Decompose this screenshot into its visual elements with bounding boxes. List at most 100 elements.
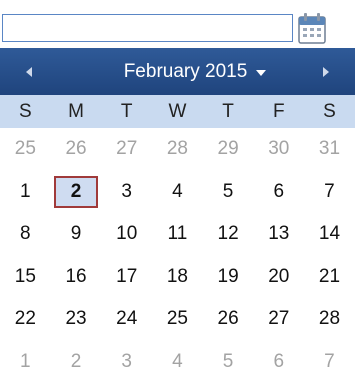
day-number: 8 xyxy=(20,223,31,245)
day-number: 29 xyxy=(217,138,239,160)
day-number: 16 xyxy=(65,265,87,287)
calendar-icon xyxy=(297,12,327,45)
day-number: 4 xyxy=(172,350,183,372)
day-number: 31 xyxy=(318,138,341,160)
date-input[interactable] xyxy=(2,14,293,42)
weekday-label-sat: S xyxy=(323,100,336,122)
day-number: 6 xyxy=(273,180,285,202)
day-cell[interactable]: 10 xyxy=(101,213,152,256)
calendar-popup: February 2015 S M T W T F S 25 26 27 28 29 30… xyxy=(0,48,355,383)
day-cell[interactable]: 4 xyxy=(152,171,203,214)
day-cell-other-month[interactable]: 31 xyxy=(304,128,355,171)
day-number: 25 xyxy=(14,138,36,160)
triangle-right-icon xyxy=(323,66,329,77)
day-cell-other-month[interactable]: 25 xyxy=(0,128,51,171)
day-number: 22 xyxy=(14,308,36,330)
day-number: 1 xyxy=(20,350,31,372)
day-cell[interactable]: 25 xyxy=(152,298,203,341)
day-cell-other-month[interactable]: 1 xyxy=(0,341,51,383)
day-number: 19 xyxy=(217,265,239,287)
weekday-label-wed: W xyxy=(168,100,187,122)
day-number: 14 xyxy=(318,223,341,245)
day-number: 24 xyxy=(116,308,138,330)
day-cell[interactable]: 8 xyxy=(0,213,51,256)
day-cell[interactable]: 26 xyxy=(203,298,254,341)
day-cell[interactable]: 6 xyxy=(253,171,304,214)
day-cell-other-month[interactable]: 5 xyxy=(203,341,254,383)
day-cell-other-month[interactable]: 26 xyxy=(51,128,102,171)
day-cell[interactable]: 28 xyxy=(304,298,355,341)
weekday-label-mon: M xyxy=(68,100,84,122)
day-cell[interactable]: 14 xyxy=(304,213,355,256)
day-number: 27 xyxy=(116,138,138,160)
day-cell[interactable]: 21 xyxy=(304,256,355,299)
day-number: 18 xyxy=(166,265,188,287)
day-cell-other-month[interactable]: 30 xyxy=(253,128,304,171)
weekday-label-tue: T xyxy=(120,100,133,122)
day-number: 17 xyxy=(116,265,138,287)
day-number: 15 xyxy=(14,265,36,287)
day-cell[interactable]: 20 xyxy=(253,256,304,299)
day-cell[interactable]: 3 xyxy=(101,171,152,214)
day-number: 13 xyxy=(268,223,290,245)
weekday-header-row: S M T W T F S xyxy=(0,95,355,128)
day-cell[interactable]: 15 xyxy=(0,256,51,299)
day-number: 28 xyxy=(166,138,188,160)
day-number: 10 xyxy=(116,223,138,245)
day-number: 11 xyxy=(167,223,188,245)
day-number: 2 xyxy=(54,175,99,208)
day-number: 2 xyxy=(70,350,82,372)
day-number: 26 xyxy=(217,308,239,330)
day-cell[interactable]: 22 xyxy=(0,298,51,341)
day-cell[interactable]: 9 xyxy=(51,213,102,256)
day-cell[interactable]: 16 xyxy=(51,256,102,299)
day-cell[interactable]: 12 xyxy=(203,213,254,256)
day-cell[interactable]: 27 xyxy=(253,298,304,341)
day-cell[interactable]: 1 xyxy=(0,171,51,214)
day-cell-other-month[interactable]: 27 xyxy=(101,128,152,171)
day-grid: 25 26 27 28 29 30 31 1 2 3 4 5 6 7 8 9 10 11 12 13 14 15 16 17 1… xyxy=(0,128,355,383)
calendar-picker-button[interactable] xyxy=(297,12,327,45)
day-number: 27 xyxy=(268,308,290,330)
day-number: 3 xyxy=(121,180,132,202)
month-year-label: February 2015 xyxy=(123,60,248,82)
day-cell[interactable]: 17 xyxy=(101,256,152,299)
day-cell[interactable]: 5 xyxy=(203,171,254,214)
day-cell[interactable]: 23 xyxy=(51,298,102,341)
day-number: 1 xyxy=(20,180,31,202)
day-number: 12 xyxy=(217,223,239,245)
day-number: 4 xyxy=(172,180,183,202)
day-cell-other-month[interactable]: 2 xyxy=(51,341,102,383)
month-year-selector[interactable]: February 2015 xyxy=(95,48,295,95)
date-field-row xyxy=(0,0,355,48)
day-number: 21 xyxy=(318,265,341,287)
day-cell[interactable]: 18 xyxy=(152,256,203,299)
day-number: 26 xyxy=(65,138,87,160)
day-cell-other-month[interactable]: 3 xyxy=(101,341,152,383)
day-number: 7 xyxy=(324,350,335,372)
next-month-button[interactable] xyxy=(306,48,346,95)
prev-month-button[interactable] xyxy=(9,48,49,95)
day-cell[interactable]: 11 xyxy=(152,213,203,256)
day-number: 5 xyxy=(222,350,234,372)
day-number: 30 xyxy=(268,138,290,160)
triangle-down-icon xyxy=(256,69,267,76)
day-cell-selected[interactable]: 2 xyxy=(51,171,102,214)
day-cell[interactable]: 13 xyxy=(253,213,304,256)
day-cell[interactable]: 7 xyxy=(304,171,355,214)
day-number: 9 xyxy=(70,223,82,245)
weekday-label-fri: F xyxy=(272,100,285,122)
day-cell-other-month[interactable]: 7 xyxy=(304,341,355,383)
calendar-header: February 2015 xyxy=(0,48,355,95)
day-number: 6 xyxy=(273,350,285,372)
day-number: 25 xyxy=(166,308,188,330)
day-cell-other-month[interactable]: 28 xyxy=(152,128,203,171)
day-cell[interactable]: 19 xyxy=(203,256,254,299)
weekday-label-thu: T xyxy=(222,100,234,122)
day-cell-other-month[interactable]: 6 xyxy=(253,341,304,383)
day-number: 5 xyxy=(222,180,234,202)
day-cell-other-month[interactable]: 29 xyxy=(203,128,254,171)
day-number: 7 xyxy=(324,180,335,202)
day-cell-other-month[interactable]: 4 xyxy=(152,341,203,383)
day-cell[interactable]: 24 xyxy=(101,298,152,341)
